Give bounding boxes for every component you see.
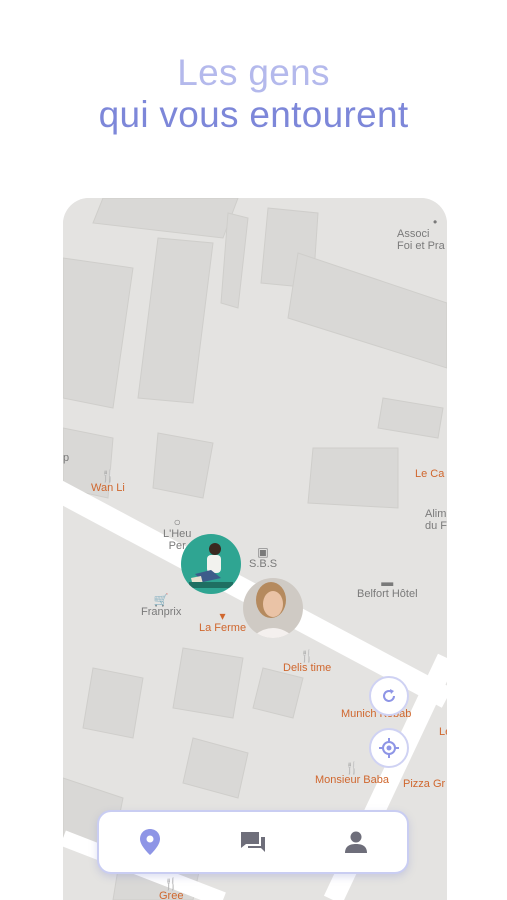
headline-line-2: qui vous entourent xyxy=(98,94,409,135)
poi-label: Le Ca xyxy=(415,468,445,480)
poi-association: • Associ Foi et Pra xyxy=(397,216,445,252)
ring-icon: ○ xyxy=(173,515,181,529)
poi-le-cafe[interactable]: Le Ca xyxy=(415,468,444,480)
poi-label: Le xyxy=(439,726,447,738)
poi-label: Gree xyxy=(159,890,184,900)
poi-label: Alim xyxy=(425,508,447,520)
person-icon xyxy=(344,831,367,853)
poi-label: Monsieur Baba xyxy=(315,774,389,786)
location-pin-icon xyxy=(140,829,161,855)
poi-label: Associ xyxy=(397,228,430,240)
locate-me-button[interactable] xyxy=(369,728,409,768)
restaurant-icon: 🍴 xyxy=(299,649,315,663)
poi-label: Franprix xyxy=(141,606,182,618)
poi-label: du F xyxy=(425,520,447,532)
poi-label: Foi et Pra xyxy=(397,240,445,252)
person-photo-icon xyxy=(181,534,241,594)
poi-gree[interactable]: 🍴 Gree xyxy=(159,878,183,900)
refresh-icon xyxy=(383,689,395,702)
user-avatar-man[interactable] xyxy=(181,534,241,594)
poi-pizza[interactable]: Pizza Gr xyxy=(403,778,445,790)
phone-frame: • Associ Foi et Pra 🍴 Wan Li ○ L'Heu Per… xyxy=(63,198,447,900)
refresh-button[interactable] xyxy=(369,676,409,716)
drink-icon: ▾ xyxy=(219,609,226,623)
bottom-navigation xyxy=(97,810,409,874)
headline-line-1: Les gens xyxy=(177,52,330,93)
person-photo-icon xyxy=(243,578,303,638)
poi-label: La Ferme xyxy=(199,622,247,634)
poi-le[interactable]: Le xyxy=(439,726,447,738)
poi-label: Pizza Gr xyxy=(403,778,446,790)
chat-icon xyxy=(240,832,265,852)
nav-profile-tab[interactable] xyxy=(326,820,386,864)
dot-icon: • xyxy=(433,215,438,229)
headline: Les gens qui vous entourent xyxy=(0,52,507,136)
poi-wan-li[interactable]: 🍴 Wan Li xyxy=(91,470,125,494)
crosshair-icon xyxy=(379,738,399,758)
poi-alim[interactable]: Alim du F xyxy=(425,508,447,532)
poi-belfort-hotel[interactable]: ▬ Belfort Hôtel xyxy=(357,576,418,600)
poi-label: Delis time xyxy=(283,662,332,674)
poi-label: p xyxy=(63,452,70,464)
poi-label: L'Heu xyxy=(163,528,192,540)
nav-messages-tab[interactable] xyxy=(223,820,283,864)
poi-monsieur-baba[interactable]: 🍴 Monsieur Baba xyxy=(315,762,389,786)
poi-sbs[interactable]: ▣ S.B.S xyxy=(249,546,277,570)
user-avatar-woman[interactable] xyxy=(243,578,303,638)
poi-delis-time[interactable]: 🍴 Delis time xyxy=(283,650,331,674)
cart-icon: 🛒 xyxy=(153,593,169,607)
bed-icon: ▬ xyxy=(381,575,394,589)
poi-la-ferme[interactable]: ▾ La Ferme xyxy=(199,610,246,634)
poi-label: S.B.S xyxy=(249,558,278,570)
poi-label: Belfort Hôtel xyxy=(357,588,418,600)
camera-icon: ▣ xyxy=(257,545,269,559)
poi-franprix[interactable]: 🛒 Franprix xyxy=(141,594,181,618)
restaurant-icon: 🍴 xyxy=(100,469,116,483)
poi-p: p xyxy=(63,452,69,464)
nav-map-tab[interactable] xyxy=(120,820,180,864)
restaurant-icon: 🍴 xyxy=(163,877,179,891)
poi-label: Wan Li xyxy=(91,482,125,494)
